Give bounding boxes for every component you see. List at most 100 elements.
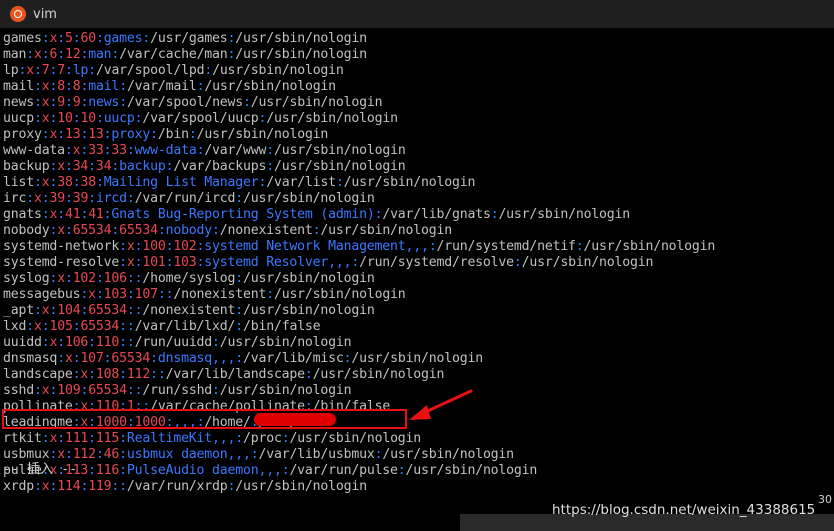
passwd-gid: 10	[80, 111, 96, 126]
passwd-line: www-data:x:33:33:www-data:/var/www:/usr/…	[3, 143, 406, 159]
field-separator: :	[80, 143, 89, 158]
passwd-user: sshd	[3, 383, 34, 398]
field-separator: :	[212, 223, 220, 238]
vim-mode-indicator: -- 插入 --	[3, 462, 78, 477]
field-separator: :	[95, 175, 104, 190]
passwd-shell: /usr/sbin/nologin	[289, 431, 422, 446]
passwd-password: x	[57, 159, 65, 174]
passwd-home: /nonexistent	[142, 303, 236, 318]
field-separator: :	[88, 463, 96, 478]
field-separator: :	[88, 431, 96, 446]
passwd-home: /nonexistent	[173, 287, 267, 302]
passwd-password: x	[80, 367, 89, 382]
passwd-user: landscape	[3, 367, 73, 382]
passwd-shell: /usr/sbin/nologin	[235, 31, 367, 46]
field-separator: :	[235, 191, 244, 206]
field-separator: :	[111, 159, 120, 174]
field-separator: :	[88, 191, 96, 206]
window-title: vim	[33, 6, 57, 22]
passwd-gid: 41	[88, 207, 104, 222]
passwd-home: /nonexistent	[219, 223, 313, 238]
passwd-gecos: RealtimeKit,,,	[126, 431, 236, 446]
passwd-user: systemd-network	[3, 239, 120, 254]
field-separator: :	[33, 79, 42, 94]
passwd-line: nobody:x:65534:65534:nobody:/nonexistent…	[3, 223, 452, 239]
field-separator: :	[33, 175, 42, 190]
passwd-home: /var/backups	[173, 159, 267, 174]
passwd-line: uucp:x:10:10:uucp:/var/spool/uucp:/usr/s…	[3, 111, 398, 127]
passwd-user: irc	[3, 191, 27, 206]
passwd-shell: /usr/sbin/nologin	[196, 127, 329, 142]
passwd-uid: 34	[72, 159, 89, 174]
passwd-uid: 108	[95, 367, 120, 382]
passwd-user: uucp	[3, 111, 34, 126]
field-separator: :	[157, 223, 166, 238]
passwd-home: /var/lib/gnats	[382, 207, 491, 222]
passwd-user: syslog	[3, 271, 50, 286]
passwd-password: x	[64, 351, 73, 366]
vim-editor-buffer[interactable]: games:x:5:60:games:/usr/games:/usr/sbin/…	[0, 30, 834, 531]
passwd-shell: /usr/sbin/nologin	[273, 143, 406, 158]
field-separator: :	[119, 255, 127, 270]
passwd-shell: /usr/sbin/nologin	[250, 95, 383, 110]
field-separator: :	[111, 479, 120, 494]
passwd-line: list:x:38:38:Mailing List Manager:/var/l…	[3, 175, 475, 191]
passwd-user: gnats	[3, 207, 42, 222]
field-separator: :	[188, 127, 197, 142]
passwd-line: dnsmasq:x:107:65534:dnsmasq,,,:/var/lib/…	[3, 351, 483, 367]
passwd-user: man	[3, 47, 27, 62]
field-separator: :	[111, 223, 120, 238]
passwd-gid: 12	[64, 47, 81, 62]
passwd-gid: 39	[72, 191, 89, 206]
passwd-shell: /usr/sbin/nologin	[312, 367, 445, 382]
passwd-gid: 119	[88, 479, 112, 494]
passwd-home: /home/syslog	[142, 271, 236, 286]
passwd-gecos: nobody	[165, 223, 213, 238]
passwd-home: /run/uuidd	[134, 335, 213, 350]
passwd-gecos: backup	[119, 159, 166, 174]
passwd-home: /var/spool/news	[126, 95, 244, 110]
passwd-gid: 107	[134, 287, 158, 302]
passwd-uid: 41	[64, 207, 81, 222]
field-separator: :	[33, 303, 42, 318]
passwd-home: /var/lib/landscape	[165, 367, 306, 382]
field-separator: :	[57, 207, 65, 222]
passwd-line: irc:x:39:39:ircd:/var/run/ircd:/usr/sbin…	[3, 191, 375, 207]
passwd-uid: 109	[57, 383, 81, 398]
field-separator: :	[64, 271, 73, 286]
field-separator: :	[26, 47, 34, 62]
passwd-home: /var/lib/lxd/	[134, 319, 236, 334]
passwd-home: /var/lib/misc	[243, 351, 344, 366]
passwd-password: x	[57, 271, 65, 286]
field-separator: :	[266, 287, 274, 302]
passwd-home: /var/run/xrdp	[126, 479, 228, 494]
passwd-gecos: PulseAudio daemon,,,	[126, 463, 282, 478]
field-separator: :	[64, 159, 73, 174]
passwd-uid: 106	[64, 335, 89, 350]
field-separator: :	[33, 383, 42, 398]
field-separator: :	[64, 223, 73, 238]
passwd-uid: 38	[57, 175, 73, 190]
passwd-gecos: lp	[72, 63, 89, 78]
field-separator: :	[64, 191, 73, 206]
field-separator: :	[111, 47, 120, 62]
passwd-home: /bin	[157, 127, 189, 142]
field-separator: :	[235, 303, 244, 318]
passwd-home: /run/systemd/resolve	[359, 255, 514, 270]
passwd-line: games:x:5:60:games:/usr/games:/usr/sbin/…	[3, 31, 367, 47]
passwd-line: backup:x:34:34:backup:/var/backups:/usr/…	[3, 159, 406, 175]
field-separator: :	[57, 47, 65, 62]
passwd-home: /run/sshd	[142, 383, 213, 398]
passwd-gecos: Gnats Bug-Reporting System (admin)	[111, 207, 375, 222]
passwd-shell: /usr/sbin/nologin	[219, 383, 352, 398]
passwd-uid: 103	[103, 287, 127, 302]
field-separator: :	[157, 287, 166, 302]
passwd-line: systemd-resolve:x:101:103:systemd Resolv…	[3, 255, 653, 271]
passwd-line: lxd:x:105:65534::/var/lib/lxd/:/bin/fals…	[3, 319, 321, 335]
passwd-line: news:x:9:9:news:/var/spool/news:/usr/sbi…	[3, 95, 383, 111]
passwd-gid: 106	[103, 271, 127, 286]
passwd-shell: /usr/sbin/nologin	[243, 303, 375, 318]
passwd-shell: /usr/sbin/nologin	[382, 447, 514, 462]
field-separator: :	[33, 63, 42, 78]
field-separator: :	[64, 95, 73, 110]
